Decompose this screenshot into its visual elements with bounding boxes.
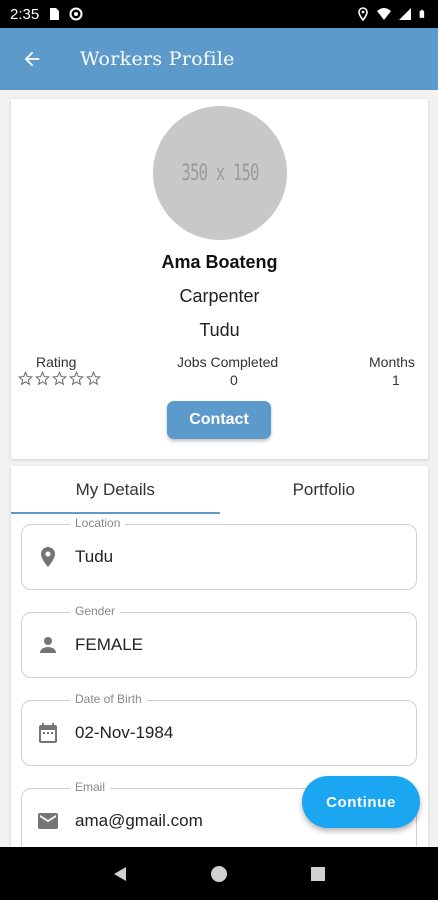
dob-field-label: Date of Birth xyxy=(70,692,147,706)
location-field-label: Location xyxy=(70,516,126,530)
recents-square-icon xyxy=(311,866,326,881)
profile-card: 350 x 150 · Ama Boateng Carpenter Tudu R… xyxy=(11,99,428,459)
wifi-icon xyxy=(377,8,391,20)
worker-name: Ama Boateng xyxy=(161,252,278,272)
contact-button[interactable]: Contact xyxy=(167,401,271,439)
email-field-value: ama@gmail.com xyxy=(75,811,203,830)
rating-label: Rating xyxy=(36,354,77,370)
nav-recents-button[interactable] xyxy=(303,859,333,889)
sim-card-icon xyxy=(50,8,60,20)
avatar: 350 x 150 · xyxy=(153,106,287,240)
continue-button[interactable]: Continue xyxy=(302,776,420,828)
battery-icon xyxy=(419,9,425,18)
avatar-watermark: · xyxy=(272,227,275,234)
star-icon xyxy=(52,371,67,386)
worker-occupation: Carpenter xyxy=(179,286,260,306)
dob-field[interactable]: Date of Birth 02-Nov-1984 xyxy=(21,692,417,766)
home-circle-icon xyxy=(210,865,227,882)
mail-icon xyxy=(38,813,58,829)
person-icon xyxy=(40,637,56,653)
gender-field[interactable]: Gender FEMALE xyxy=(21,604,417,678)
avatar-placeholder-text: 350 x 150 xyxy=(181,160,259,186)
arrow-left-icon xyxy=(24,51,40,67)
tab-my-details[interactable]: My Details xyxy=(11,466,220,514)
star-icon xyxy=(35,371,50,386)
location-icon xyxy=(358,7,368,21)
system-nav-bar xyxy=(0,847,438,900)
months-value: 1 xyxy=(392,372,400,388)
back-triangle-icon xyxy=(113,866,126,881)
star-icon xyxy=(86,371,101,386)
nav-home-button[interactable] xyxy=(204,859,234,889)
signal-icon xyxy=(399,8,411,20)
worker-location: Tudu xyxy=(199,320,240,340)
jobs-completed-value: 0 xyxy=(230,372,238,388)
no-disturb-icon xyxy=(69,7,83,21)
calendar-icon xyxy=(39,723,57,743)
tab-portfolio[interactable]: Portfolio xyxy=(220,466,429,514)
star-icon xyxy=(69,371,84,386)
location-field-value: Tudu xyxy=(75,547,114,566)
location-pin-icon xyxy=(41,547,55,567)
nav-back-button[interactable] xyxy=(105,859,135,889)
tab-bar: My Details Portfolio xyxy=(11,466,428,514)
back-button[interactable] xyxy=(0,28,64,90)
rating-stars xyxy=(18,371,101,386)
months-label: Months xyxy=(369,354,415,370)
dob-field-value: 02-Nov-1984 xyxy=(75,723,174,742)
star-icon xyxy=(18,371,33,386)
email-field-label: Email xyxy=(70,780,111,794)
status-time: 2:35 xyxy=(10,5,40,23)
app-bar: Workers Profile xyxy=(0,28,438,90)
gender-field-value: FEMALE xyxy=(75,635,144,654)
location-field[interactable]: Location Tudu xyxy=(21,516,417,590)
jobs-completed-label: Jobs Completed xyxy=(177,354,279,370)
status-bar: 2:35 xyxy=(0,0,438,28)
gender-field-label: Gender xyxy=(70,604,121,618)
page-title: Workers Profile xyxy=(80,48,235,70)
